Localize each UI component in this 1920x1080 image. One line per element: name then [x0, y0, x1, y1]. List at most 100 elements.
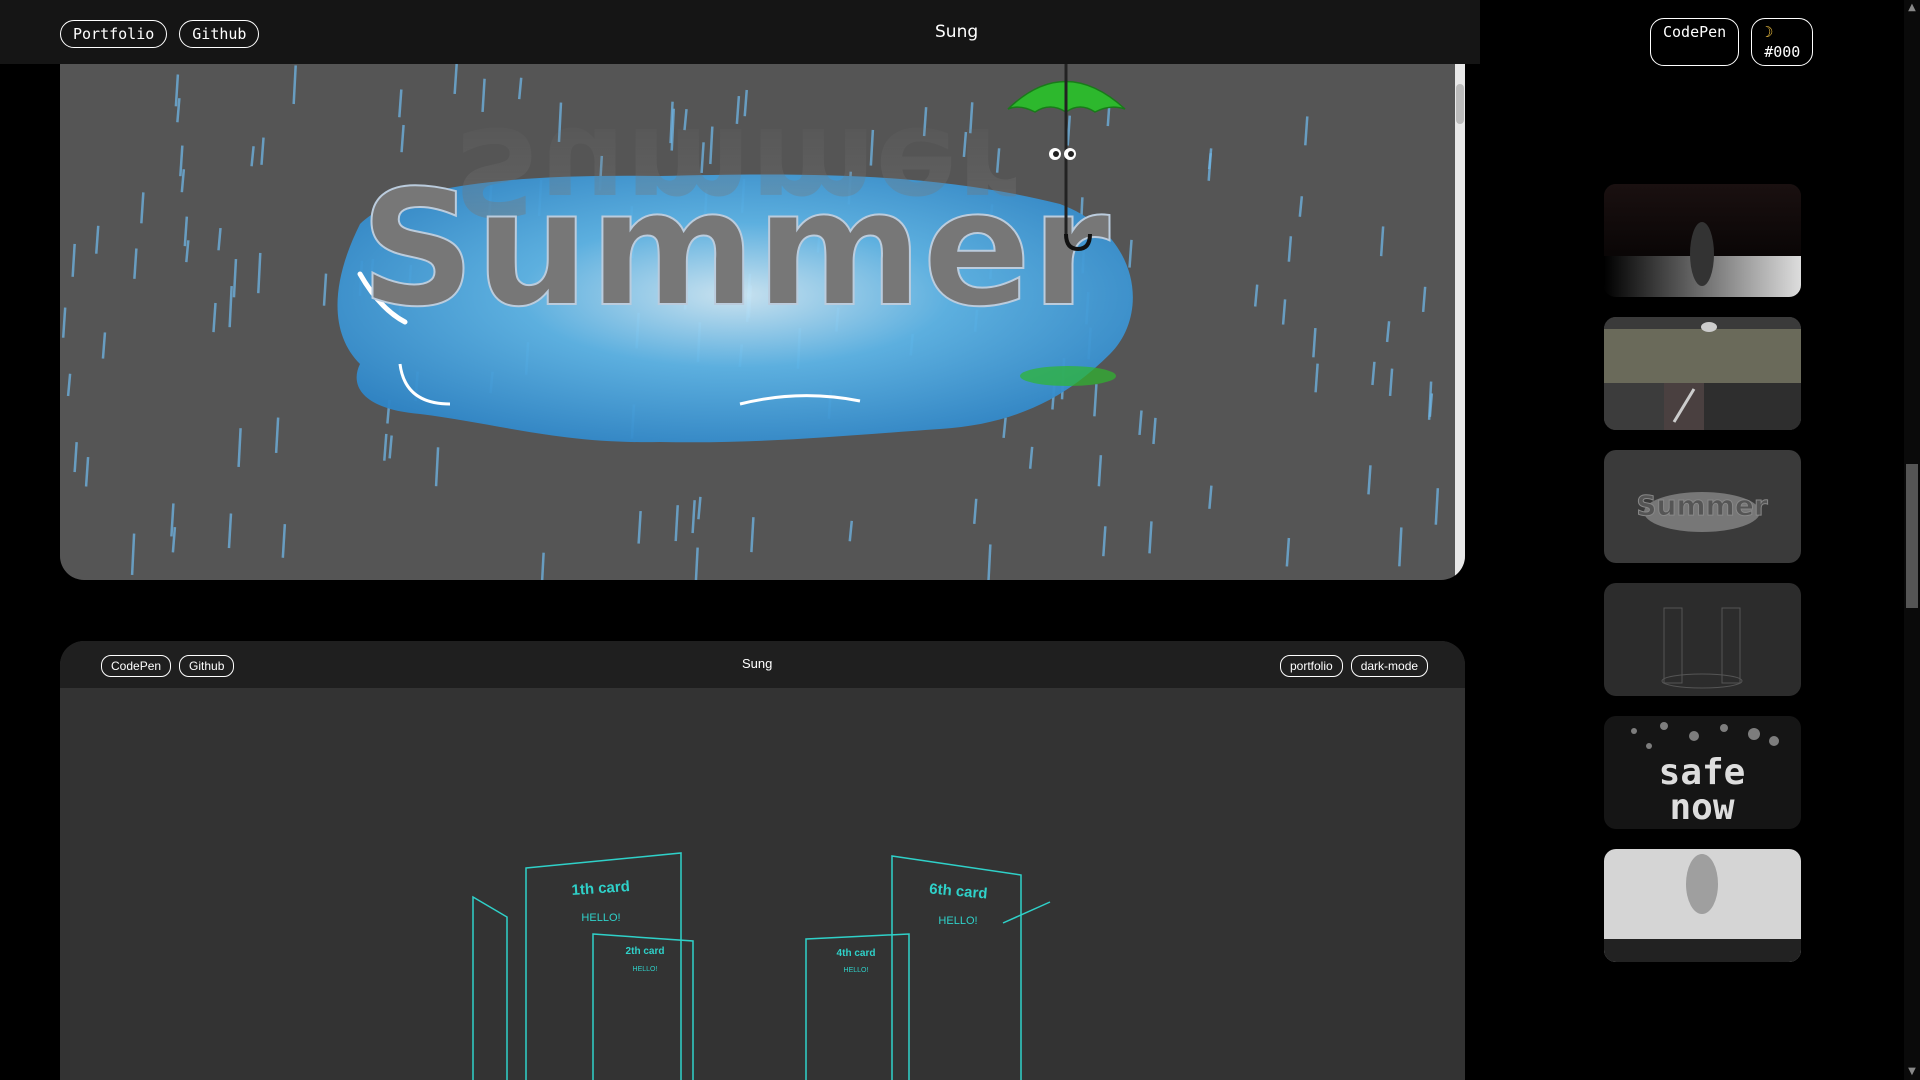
- card-1-title: 1th card: [571, 878, 630, 899]
- thumbnail-2[interactable]: [1604, 317, 1801, 430]
- rain-drop: [1281, 299, 1287, 325]
- rain-drop: [73, 442, 78, 473]
- rain-drop: [540, 552, 545, 580]
- rain-drop: [1066, 115, 1072, 146]
- thumbnail-3-word: Summer: [1636, 489, 1767, 522]
- card-4-sub: HELLO!: [844, 967, 869, 974]
- thumbnail-1[interactable]: [1604, 184, 1801, 297]
- rain-drop: [180, 169, 186, 193]
- codepen-button[interactable]: CodePen: [1650, 18, 1740, 66]
- scroll-down-icon[interactable]: ▼: [1907, 1067, 1917, 1077]
- rain-drop: [179, 145, 184, 177]
- rain-drop: [185, 240, 190, 263]
- top-nav-left: Portfolio Github: [60, 20, 260, 48]
- rain-drop: [434, 447, 440, 487]
- rain-drop: [237, 428, 242, 468]
- thumbnail-6[interactable]: [1604, 849, 1801, 962]
- summer-preview-card[interactable]: Summer Summer: [60, 64, 1465, 580]
- rain-drop: [101, 332, 107, 359]
- rain-drop: [691, 500, 696, 534]
- rain-drop: [1371, 361, 1376, 386]
- rain-drop: [174, 74, 180, 107]
- thumbnail-5-line2: now: [1669, 787, 1734, 828]
- rain-drop: [750, 517, 755, 553]
- rain-drop: [1367, 465, 1372, 495]
- rain-drop: [130, 533, 136, 575]
- rain-drop: [1385, 321, 1391, 343]
- rain-drop: [170, 503, 175, 537]
- rain-drop: [140, 192, 145, 224]
- rain-drop: [1312, 327, 1317, 358]
- card-2-title: 2th card: [626, 946, 665, 957]
- rain-drop: [848, 520, 854, 542]
- card-2-sub: HELLO!: [633, 966, 658, 973]
- thumbnail-4[interactable]: [1604, 583, 1801, 696]
- rain-drop: [674, 505, 679, 542]
- rain-drop: [388, 435, 393, 459]
- umbrella-reflection: [1020, 366, 1116, 386]
- rain-drop: [1421, 286, 1427, 313]
- rain-drop: [1285, 537, 1291, 567]
- rain-drop: [1148, 521, 1153, 554]
- rain-drop: [1093, 384, 1098, 417]
- rain-drop: [176, 98, 181, 123]
- rain-drop: [133, 248, 138, 279]
- thumbnail-6-art: [1604, 854, 1801, 962]
- rain-drop: [183, 216, 189, 247]
- thumbnail-3[interactable]: Summer: [1604, 450, 1801, 563]
- site-title: Sung: [935, 22, 979, 42]
- rain-drop: [1002, 417, 1007, 439]
- rain-drop: [1028, 446, 1034, 469]
- rain-drop: [227, 513, 233, 549]
- rain-drop: [232, 259, 238, 298]
- rain-drop: [71, 243, 76, 277]
- rain-drop: [1379, 226, 1385, 257]
- thumbnail-5[interactable]: safe now: [1604, 716, 1801, 829]
- rain-drop: [171, 527, 177, 553]
- rain-drop: [281, 524, 287, 558]
- rain-drop: [66, 373, 72, 397]
- rain-drop: [697, 496, 702, 520]
- rain-drop: [1253, 284, 1259, 307]
- portfolio-button[interactable]: Portfolio: [60, 20, 168, 48]
- rain-drop: [1128, 239, 1133, 268]
- rain-drop: [250, 146, 255, 167]
- rain-drop: [1152, 417, 1157, 445]
- scroll-up-icon[interactable]: ▲: [1907, 3, 1917, 13]
- rain-drop: [257, 252, 262, 294]
- github-button[interactable]: Github: [179, 20, 260, 48]
- card-4-title: 4th card: [837, 948, 876, 959]
- card-carousel: 1th card HELLO! 2th card HELLO! 4th card…: [472, 852, 1051, 1080]
- rain-drop: [1287, 236, 1293, 262]
- cards-preview-card[interactable]: CodePen Github Sung portfolio dark-mode …: [60, 641, 1465, 1080]
- rain-drop: [517, 77, 523, 100]
- rain-drop: [1207, 153, 1212, 181]
- rain-drop: [95, 225, 100, 254]
- rain-drop: [217, 227, 222, 251]
- thumbnail-1-art: [1604, 184, 1801, 297]
- rain-drop: [987, 544, 992, 580]
- card-panel-left: [472, 895, 508, 1080]
- thumbnail-2-art: [1604, 317, 1801, 430]
- card-6-title: 6th card: [929, 881, 989, 903]
- rain-drop: [1208, 485, 1213, 509]
- theme-toggle-button[interactable]: ☽ #000: [1751, 18, 1814, 66]
- rain-drop: [398, 89, 403, 118]
- card1-scroll-thumb[interactable]: [1456, 84, 1464, 124]
- page-scrollbar[interactable]: ▲ ▼: [1904, 0, 1920, 1080]
- rain-drop: [1304, 116, 1309, 146]
- rain-drop: [1138, 410, 1143, 436]
- rain-drop: [694, 547, 699, 580]
- card1-scrollbar[interactable]: [1455, 64, 1465, 580]
- thumbnail-5-art: safe now: [1631, 722, 1779, 828]
- card-panel-edge: [1002, 901, 1051, 924]
- page-scroll-thumb[interactable]: [1906, 464, 1918, 608]
- rain-drop: [84, 457, 90, 487]
- rain-drop: [292, 65, 297, 105]
- rain-drop: [1102, 526, 1107, 557]
- rain-drop: [228, 286, 233, 328]
- rain-drop: [1097, 455, 1103, 487]
- rain-drop: [383, 433, 388, 461]
- rain-drop: [637, 510, 642, 544]
- rain-drop: [1388, 368, 1394, 397]
